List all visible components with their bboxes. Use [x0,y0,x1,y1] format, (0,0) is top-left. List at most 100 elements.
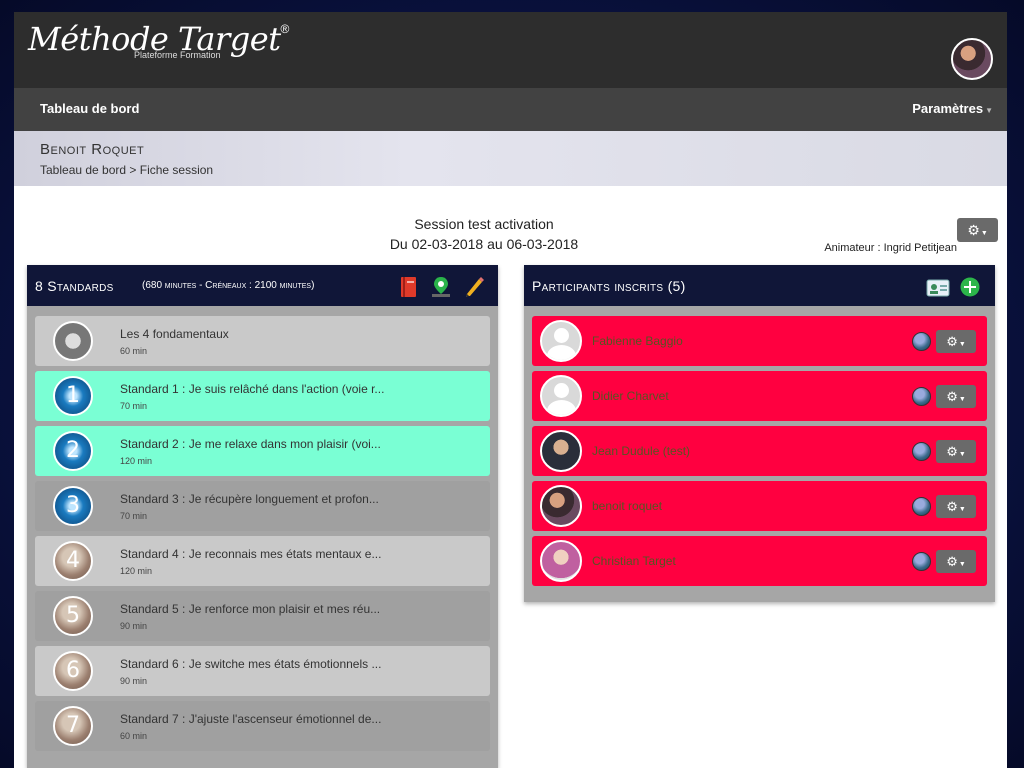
gear-icon: ⚙ [946,554,958,569]
standard-badge: 7 [53,706,93,746]
standard-name: Standard 5 : Je renforce mon plaisir et … [120,602,381,616]
standard-name: Standard 3 : Je récupère longuement et p… [120,492,379,506]
id-card-icon[interactable] [926,276,950,298]
map-pin-icon[interactable] [431,276,451,298]
nav-settings-label: Paramètres [912,101,984,116]
table-row[interactable]: Didier Charvet ⚙▼ [532,371,987,421]
standards-panel-title: 8 Standards [35,278,114,294]
participants-panel-header: Participants inscrits (5) [524,265,995,306]
session-settings-button[interactable]: ⚙▼ [957,218,998,242]
participant-name: benoit roquet [592,499,663,513]
avatar [540,430,582,472]
table-row[interactable]: Christian Target ⚙▼ [532,536,987,586]
status-dot-icon[interactable] [912,552,931,571]
standard-duration: 90 min [120,676,148,686]
breadcrumb-bar: Benoit Roquet Tableau de bord > Fiche se… [14,131,1007,186]
participant-name: Christian Target [592,554,676,568]
pencil-icon[interactable] [464,276,484,298]
status-dot-icon[interactable] [912,497,931,516]
avatar [540,540,582,582]
breadcrumb[interactable]: Tableau de bord > Fiche session [40,163,213,177]
chevron-down-icon: ▼ [985,106,993,115]
nav-dashboard-link[interactable]: Tableau de bord [40,101,139,116]
participant-name: Fabienne Baggio [592,334,683,348]
list-item[interactable]: Les 4 fondamentaux 60 min [35,316,490,366]
list-item[interactable]: 2 Standard 2 : Je me relaxe dans mon pla… [35,426,490,476]
user-avatar[interactable] [951,38,993,80]
avatar [540,485,582,527]
standard-badge: 3 [53,486,93,526]
gear-icon: ⚙ [946,334,958,349]
nav-settings-menu[interactable]: Paramètres ▼ [912,101,993,116]
chevron-down-icon: ▼ [958,451,966,458]
gear-icon: ⚙ [946,444,958,459]
status-dot-icon[interactable] [912,442,931,461]
book-icon[interactable] [399,276,419,298]
logo-subtitle: Plateforme Formation [134,50,221,60]
standards-panel-subtitle: (680 minutes - Créneaux : 2100 minutes) [142,280,315,291]
participants-list: Fabienne Baggio ⚙▼ Didier Charvet ⚙▼ Jea… [524,306,995,586]
logo-mark: ® [280,22,290,36]
participant-name: Didier Charvet [592,389,669,403]
top-bar: Méthode Target® Plateforme Formation [14,12,1007,88]
brain-icon [53,321,93,361]
standard-duration: 70 min [120,511,148,521]
chevron-down-icon: ▼ [958,341,966,348]
chevron-down-icon: ▼ [958,506,966,513]
standard-name: Standard 1 : Je suis relâché dans l'acti… [120,382,385,396]
standard-badge: 5 [53,596,93,636]
list-item[interactable]: 7 Standard 7 : J'ajuste l'ascenseur émot… [35,701,490,751]
standard-duration: 60 min [120,346,148,356]
standard-duration: 120 min [120,456,153,466]
animateur-label: Animateur : Ingrid Petitjean [824,242,957,254]
standard-name: Standard 4 : Je reconnais mes états ment… [120,547,382,561]
chevron-down-icon: ▼ [980,230,988,237]
participant-settings-button[interactable]: ⚙▼ [936,330,976,353]
participant-name: Jean Dudule (test) [592,444,691,458]
participant-settings-button[interactable]: ⚙▼ [936,440,976,463]
participant-settings-button[interactable]: ⚙▼ [936,550,976,573]
standard-duration: 90 min [120,621,148,631]
gear-icon: ⚙ [946,389,958,404]
standards-list: Les 4 fondamentaux 60 min 1 Standard 1 :… [27,306,498,751]
avatar [540,320,582,362]
avatar [540,375,582,417]
participant-settings-button[interactable]: ⚙▼ [936,495,976,518]
standard-name: Les 4 fondamentaux [120,327,229,341]
status-dot-icon[interactable] [912,332,931,351]
participants-panel: Participants inscrits (5) Fabienne Baggi… [524,265,995,602]
gear-icon: ⚙ [946,499,958,514]
plus-circle-icon[interactable] [960,276,980,298]
standard-name: Standard 6 : Je switche mes états émotio… [120,657,382,671]
table-row[interactable]: Jean Dudule (test) ⚙▼ [532,426,987,476]
list-item[interactable]: 3 Standard 3 : Je récupère longuement et… [35,481,490,531]
session-title: Session test activation [414,216,554,232]
standard-badge: 6 [53,651,93,691]
nav-bar: Tableau de bord Paramètres ▼ [14,88,1007,131]
standards-panel: 8 Standards (680 minutes - Créneaux : 21… [27,265,498,768]
app-frame: Méthode Target® Plateforme Formation Tab… [14,12,1007,768]
standard-name: Standard 2 : Je me relaxe dans mon plais… [120,437,381,451]
standard-badge: 1 [53,376,93,416]
table-row[interactable]: Fabienne Baggio ⚙▼ [532,316,987,366]
gear-icon: ⚙ [967,222,980,238]
session-dates: Du 02-03-2018 au 06-03-2018 [389,236,579,252]
standard-duration: 60 min [120,731,148,741]
list-item[interactable]: 6 Standard 6 : Je switche mes états émot… [35,646,490,696]
participant-settings-button[interactable]: ⚙▼ [936,385,976,408]
list-item[interactable]: 4 Standard 4 : Je reconnais mes états me… [35,536,490,586]
standard-name: Standard 7 : J'ajuste l'ascenseur émotio… [120,712,382,726]
participants-panel-title: Participants inscrits (5) [532,278,686,294]
list-item[interactable]: 1 Standard 1 : Je suis relâché dans l'ac… [35,371,490,421]
standard-duration: 120 min [120,566,153,576]
chevron-down-icon: ▼ [958,561,966,568]
standard-badge: 2 [53,431,93,471]
standard-duration: 70 min [120,401,148,411]
page-title: Benoit Roquet [40,141,145,158]
standards-panel-header: 8 Standards (680 minutes - Créneaux : 21… [27,265,498,306]
status-dot-icon[interactable] [912,387,931,406]
chevron-down-icon: ▼ [958,396,966,403]
standard-badge: 4 [53,541,93,581]
list-item[interactable]: 5 Standard 5 : Je renforce mon plaisir e… [35,591,490,641]
table-row[interactable]: benoit roquet ⚙▼ [532,481,987,531]
